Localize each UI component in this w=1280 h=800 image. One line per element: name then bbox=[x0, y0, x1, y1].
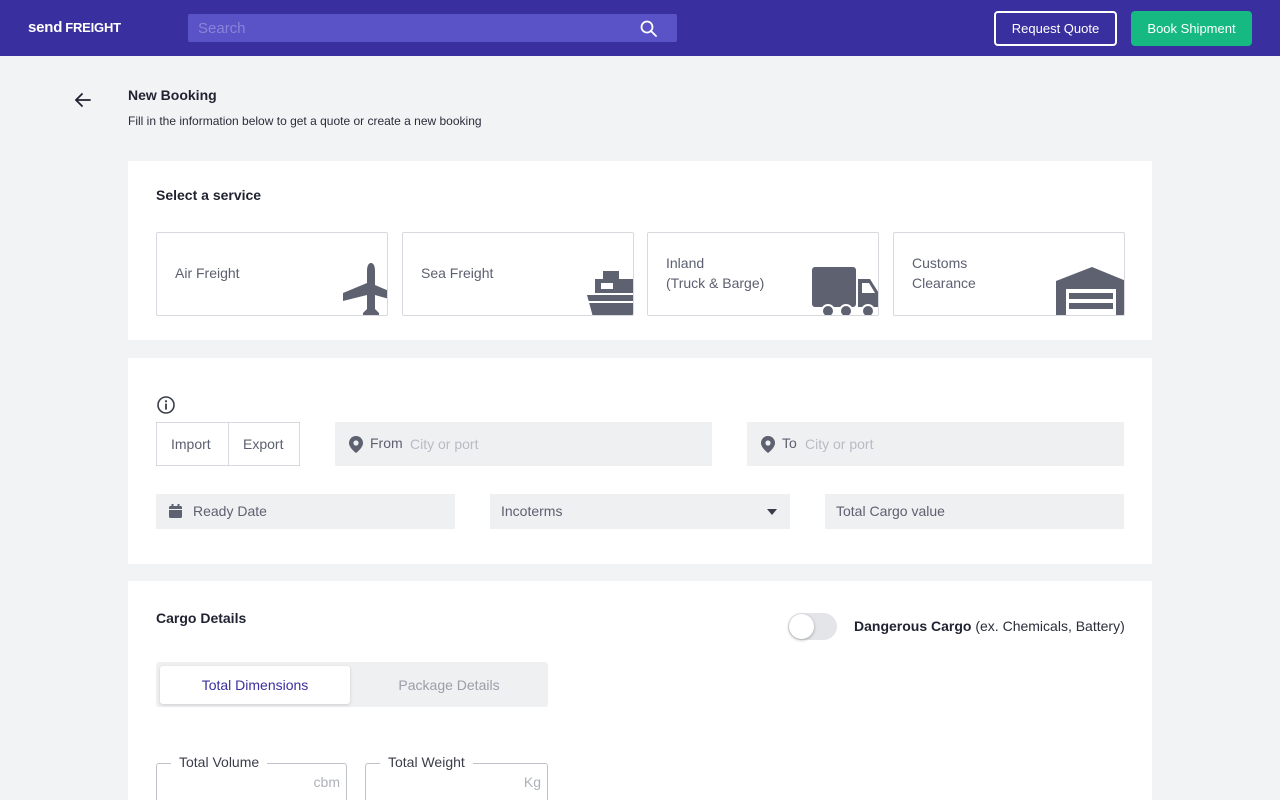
service-card: Select a service Air Freight Sea Freight… bbox=[128, 161, 1152, 340]
logo[interactable]: send FREIGHT bbox=[28, 19, 121, 36]
search-input[interactable] bbox=[188, 14, 628, 42]
service-label-line1: Inland bbox=[666, 255, 705, 271]
cargo-value-placeholder: Total Cargo value bbox=[836, 503, 945, 519]
dangerous-cargo-bold: Dangerous Cargo bbox=[854, 618, 972, 634]
incoterms-label: Incoterms bbox=[501, 503, 563, 519]
to-field: To bbox=[747, 422, 1124, 466]
service-customs-clearance[interactable]: Customs Clearance bbox=[893, 232, 1125, 316]
export-option[interactable]: Export bbox=[229, 423, 299, 465]
select-service-title: Select a service bbox=[156, 187, 262, 203]
volume-unit: cbm bbox=[313, 774, 340, 790]
top-navbar: sendFREIGHT Request Quote Book Shipment bbox=[0, 0, 1280, 56]
total-weight-field[interactable]: Total Weight Kg bbox=[365, 754, 548, 800]
from-field: From bbox=[335, 422, 712, 466]
request-quote-button[interactable]: Request Quote bbox=[994, 11, 1117, 46]
dangerous-cargo-examples: (ex. Chemicals, Battery) bbox=[971, 618, 1125, 634]
location-pin-icon bbox=[761, 436, 775, 453]
ready-date-field[interactable]: Ready Date bbox=[156, 494, 455, 529]
page-subtitle: Fill in the information below to get a q… bbox=[128, 114, 482, 128]
location-pin-icon bbox=[349, 436, 363, 453]
info-icon[interactable] bbox=[156, 395, 176, 415]
route-card: Import Export From To Ready Date Incoter… bbox=[128, 358, 1152, 564]
service-label-line1: Customs bbox=[912, 255, 968, 271]
to-input[interactable] bbox=[805, 422, 1105, 466]
logo-send-text: send bbox=[28, 19, 63, 36]
tab-package-details[interactable]: Package Details bbox=[354, 666, 544, 704]
weight-unit: Kg bbox=[523, 774, 541, 790]
page-title: New Booking bbox=[128, 87, 217, 103]
total-weight-label: Total Weight bbox=[380, 754, 473, 770]
service-sea-freight[interactable]: Sea Freight bbox=[402, 232, 634, 316]
dimension-tabs: Total Dimensions Package Details bbox=[156, 662, 548, 707]
calendar-icon bbox=[169, 504, 182, 518]
back-arrow-icon[interactable] bbox=[72, 89, 94, 111]
dangerous-cargo-toggle[interactable] bbox=[788, 613, 837, 640]
incoterms-select[interactable]: Incoterms bbox=[490, 494, 790, 529]
from-label: From bbox=[370, 435, 403, 451]
ready-date-placeholder: Ready Date bbox=[193, 503, 267, 519]
cargo-details-title: Cargo Details bbox=[156, 610, 247, 626]
service-label: Air Freight bbox=[175, 265, 240, 281]
total-volume-label: Total Volume bbox=[171, 754, 268, 770]
service-air-freight[interactable]: Air Freight bbox=[156, 232, 388, 316]
warehouse-icon bbox=[1056, 267, 1124, 315]
ship-icon bbox=[585, 271, 633, 315]
toggle-knob bbox=[789, 614, 814, 639]
import-export-toggle: Import Export bbox=[156, 422, 300, 466]
to-label: To bbox=[782, 435, 797, 451]
service-label-line2: (Truck & Barge) bbox=[666, 275, 765, 291]
service-label: Sea Freight bbox=[421, 265, 494, 281]
service-label-line2: Clearance bbox=[912, 275, 976, 291]
total-volume-field[interactable]: Total Volume cbm bbox=[156, 754, 347, 800]
dangerous-cargo-label: Dangerous Cargo (ex. Chemicals, Battery) bbox=[854, 618, 1125, 634]
service-inland[interactable]: Inland (Truck & Barge) bbox=[647, 232, 879, 316]
truck-icon bbox=[812, 267, 878, 315]
search-box bbox=[188, 14, 677, 42]
import-option[interactable]: Import bbox=[157, 423, 229, 465]
book-shipment-button[interactable]: Book Shipment bbox=[1131, 11, 1252, 46]
caret-down-icon bbox=[767, 509, 777, 515]
tab-total-dimensions[interactable]: Total Dimensions bbox=[160, 666, 350, 704]
search-icon[interactable] bbox=[640, 20, 657, 37]
cargo-value-input[interactable]: Total Cargo value bbox=[825, 494, 1124, 529]
logo-freight-text: FREIGHT bbox=[65, 20, 121, 35]
airplane-icon bbox=[343, 263, 387, 315]
from-input[interactable] bbox=[410, 422, 700, 466]
cargo-details-card: Cargo Details Dangerous Cargo (ex. Chemi… bbox=[128, 581, 1152, 800]
